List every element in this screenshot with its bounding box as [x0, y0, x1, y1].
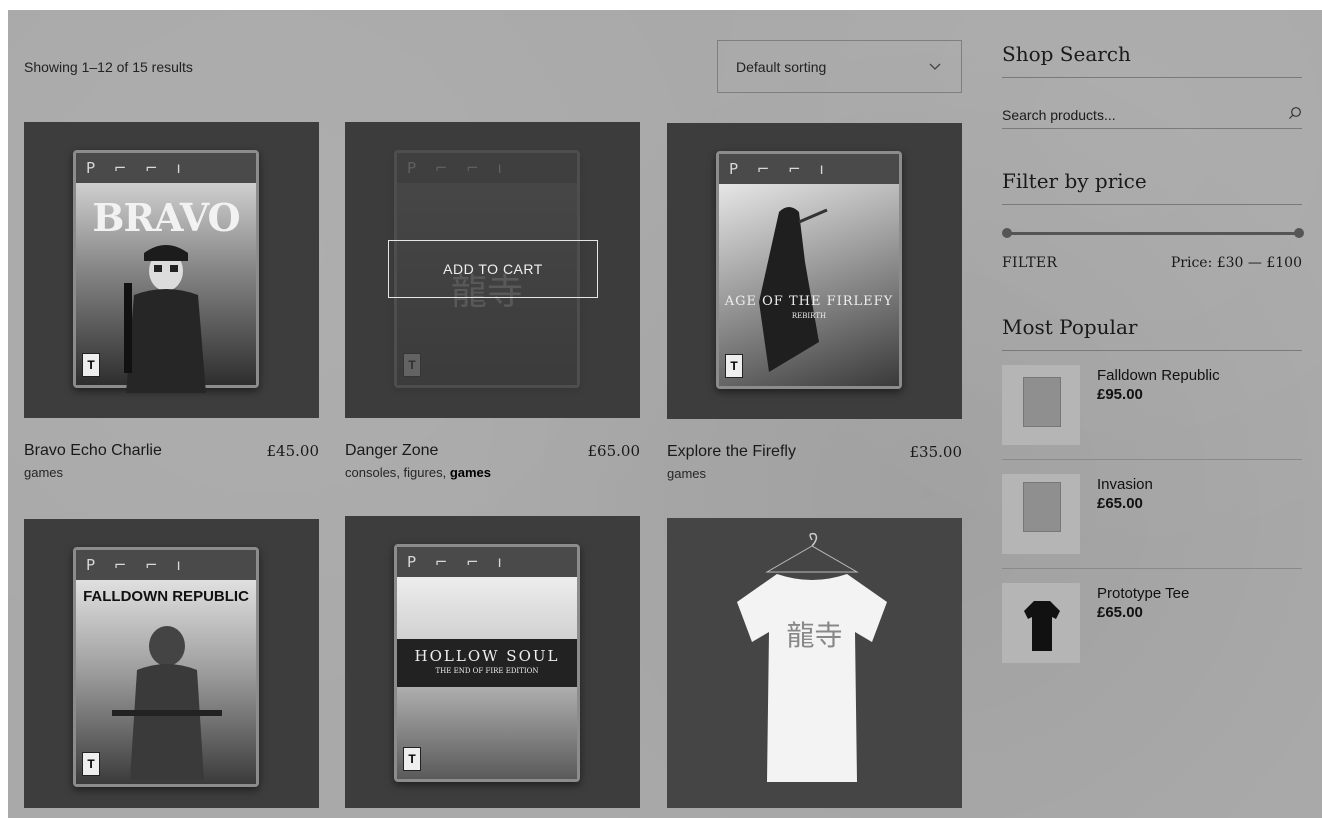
soldier-figure [124, 245, 206, 393]
sorting-select[interactable]: Default sorting [717, 40, 962, 93]
popular-product-price: £65.00 [1097, 604, 1143, 621]
product-name[interactable]: Explore the Firefly [667, 443, 796, 461]
category-link-consoles[interactable]: consoles [345, 465, 396, 480]
price-slider[interactable] [1002, 227, 1304, 239]
category-link-games[interactable]: games [667, 466, 706, 481]
search-input[interactable] [1002, 106, 1252, 123]
filter-by-price-title: Filter by price [1002, 169, 1302, 205]
product-name[interactable]: Danger Zone [345, 442, 438, 460]
most-popular-title: Most Popular [1002, 315, 1302, 351]
price-slider-max-handle[interactable] [1294, 228, 1304, 238]
price-slider-track [1006, 232, 1299, 235]
product-card: 龍寺 [667, 518, 962, 808]
warrior-figure [759, 207, 828, 372]
category-link-games[interactable]: games [450, 465, 491, 480]
box-brand: P ⌐ ⌐ ı [397, 547, 577, 577]
box-brand: P ⌐ ⌐ ı [76, 550, 256, 580]
popular-product-name[interactable]: Prototype Tee [1097, 585, 1189, 602]
tshirt-image [737, 532, 887, 782]
game-box-art: P ⌐ ⌐ ı FALLDOWN REPUBLIC T [73, 547, 259, 787]
esrb-rating-badge: T [403, 747, 421, 771]
popular-product-name[interactable]: Falldown Republic [1097, 367, 1220, 384]
sorting-selected: Default sorting [736, 58, 827, 75]
search-icon[interactable] [1288, 106, 1302, 123]
game-box-art: P ⌐ ⌐ ı HOLLOW SOUL THE END OF FIRE EDIT… [394, 544, 580, 782]
product-image[interactable]: P ⌐ ⌐ ı FALLDOWN REPUBLIC T [24, 519, 319, 808]
product-price: £35.00 [909, 443, 963, 461]
price-slider-min-handle[interactable] [1002, 228, 1012, 238]
esrb-rating-badge: T [82, 353, 100, 377]
sidebar: Shop Search Filter by price FILTER Price… [1002, 42, 1304, 677]
game-box-art: P ⌐ ⌐ ı AGE OF THE FIRLEFY REBIRTH T [716, 151, 902, 389]
filter-button[interactable]: FILTER [1002, 255, 1057, 271]
product-image[interactable]: P ⌐ ⌐ ı AGE OF THE FIRLEFY REBIRTH T [667, 123, 962, 419]
search-row [1002, 106, 1302, 129]
tshirt-print: 龍寺 [786, 620, 843, 651]
shop-search-title: Shop Search [1002, 42, 1302, 78]
art-title: FALLDOWN REPUBLIC [83, 588, 249, 605]
popular-product-thumbnail[interactable] [1002, 365, 1080, 445]
product-categories: consoles, figures, games [345, 465, 492, 480]
art-subtitle: THE END OF FIRE EDITION [435, 667, 539, 675]
product-card: P ⌐ ⌐ ı BRAVO T Bravo Echo Charlie £45.0… [24, 122, 319, 480]
product-image[interactable]: P ⌐ ⌐ ı 龍寺 T ADD TO CART [345, 122, 640, 418]
box-brand: P ⌐ ⌐ ı [719, 154, 899, 184]
art-title: BRAVO [92, 195, 240, 240]
shop-page: Showing 1–12 of 15 results Default sorti… [8, 10, 1322, 818]
product-price: £45.00 [266, 442, 320, 460]
popular-product-thumbnail[interactable] [1002, 474, 1080, 554]
add-to-cart-button[interactable]: ADD TO CART [388, 240, 598, 298]
esrb-rating-badge: T [725, 354, 743, 378]
product-categories: games [24, 465, 319, 480]
chevron-down-icon [929, 59, 941, 74]
product-card: P ⌐ ⌐ ı FALLDOWN REPUBLIC T [24, 519, 319, 808]
category-link-games[interactable]: games [24, 465, 63, 480]
game-box-art: P ⌐ ⌐ ı BRAVO T [73, 150, 259, 393]
product-image[interactable]: 龍寺 [667, 518, 962, 808]
art-title: AGE OF THE FIRLEFY [724, 294, 894, 309]
product-image[interactable]: P ⌐ ⌐ ı HOLLOW SOUL THE END OF FIRE EDIT… [345, 516, 640, 808]
art-subtitle: REBIRTH [791, 312, 827, 320]
popular-product-name[interactable]: Invasion [1097, 476, 1153, 493]
product-price: £65.00 [587, 442, 641, 460]
product-card: P ⌐ ⌐ ı AGE OF THE FIRLEFY REBIRTH T Exp… [667, 123, 962, 481]
product-categories: games [667, 466, 962, 481]
popular-product-thumbnail[interactable] [1002, 583, 1080, 663]
popular-product-price: £95.00 [1097, 386, 1143, 403]
esrb-rating-badge: T [82, 752, 100, 776]
popular-list: Falldown Republic £95.00 Invasion £65.00 [1002, 351, 1302, 677]
art-title: HOLLOW SOUL [414, 647, 560, 665]
product-card: P ⌐ ⌐ ı 龍寺 T ADD TO CART Danger Zone £65… [345, 122, 640, 480]
popular-product-price: £65.00 [1097, 495, 1143, 512]
product-card: P ⌐ ⌐ ı HOLLOW SOUL THE END OF FIRE EDIT… [345, 516, 640, 808]
list-item: Prototype Tee £65.00 [1002, 569, 1302, 677]
category-link-figures[interactable]: figures [404, 465, 443, 480]
box-brand: P ⌐ ⌐ ı [76, 153, 256, 183]
list-item: Invasion £65.00 [1002, 460, 1302, 569]
result-count: Showing 1–12 of 15 results [24, 59, 193, 75]
product-image[interactable]: P ⌐ ⌐ ı BRAVO T [24, 122, 319, 418]
list-item: Falldown Republic £95.00 [1002, 351, 1302, 460]
price-range-label: Price: £30 — £100 [1170, 255, 1302, 271]
product-name[interactable]: Bravo Echo Charlie [24, 442, 162, 460]
armored-figure [112, 626, 222, 780]
